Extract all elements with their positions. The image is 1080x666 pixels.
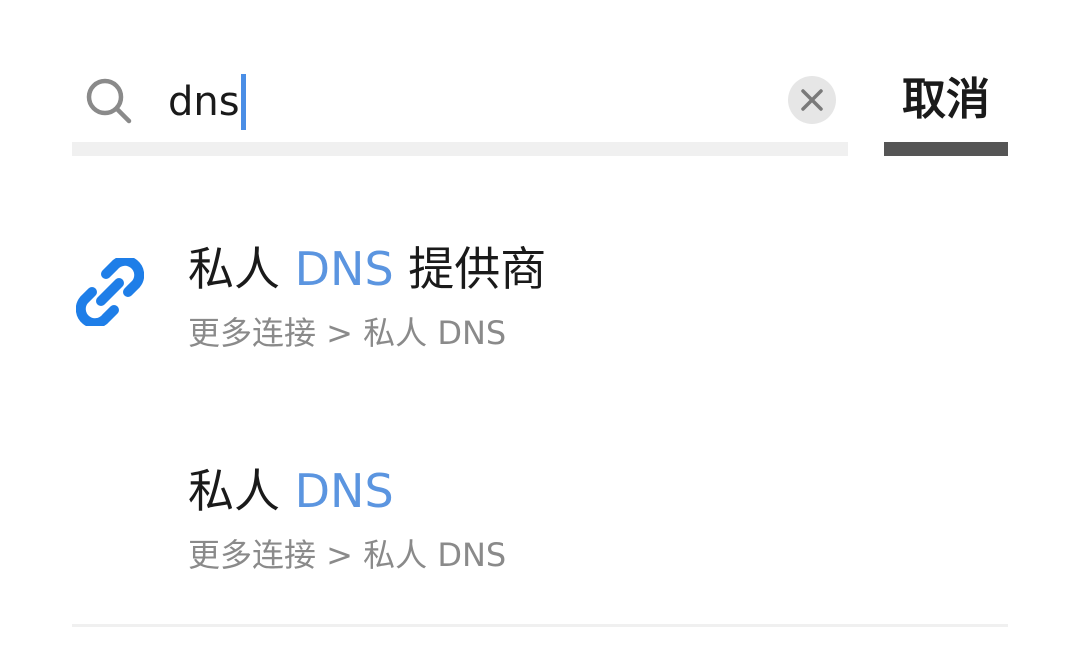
link-icon <box>76 258 144 326</box>
result-title-prefix: 私人 <box>188 242 295 296</box>
result-title: 私人 DNS 提供商 <box>188 238 546 300</box>
result-path: 更多连接 > 私人 DNS <box>188 314 507 352</box>
result-path: 更多连接 > 私人 DNS <box>188 536 507 574</box>
cancel-button-container: 取消 <box>884 52 1008 156</box>
clear-search-button[interactable] <box>788 76 836 124</box>
search-result-item[interactable]: 私人 DNS 更多连接 > 私人 DNS <box>72 452 1008 602</box>
list-divider <box>72 624 1008 627</box>
search-input[interactable]: dns <box>168 74 246 130</box>
result-title-highlight: DNS <box>294 464 394 518</box>
search-bar: dns <box>72 52 848 156</box>
result-title-prefix: 私人 <box>188 464 295 518</box>
result-title-suffix: 提供商 <box>393 242 547 296</box>
result-title: 私人 DNS <box>188 460 394 522</box>
text-caret <box>240 74 246 130</box>
result-title-highlight: DNS <box>294 242 394 296</box>
close-icon <box>801 89 823 111</box>
search-query-text: dns <box>168 79 240 125</box>
search-result-item[interactable]: 私人 DNS 提供商 更多连接 > 私人 DNS <box>72 230 1008 380</box>
search-icon <box>86 78 132 124</box>
cancel-button[interactable]: 取消 <box>884 72 1008 128</box>
